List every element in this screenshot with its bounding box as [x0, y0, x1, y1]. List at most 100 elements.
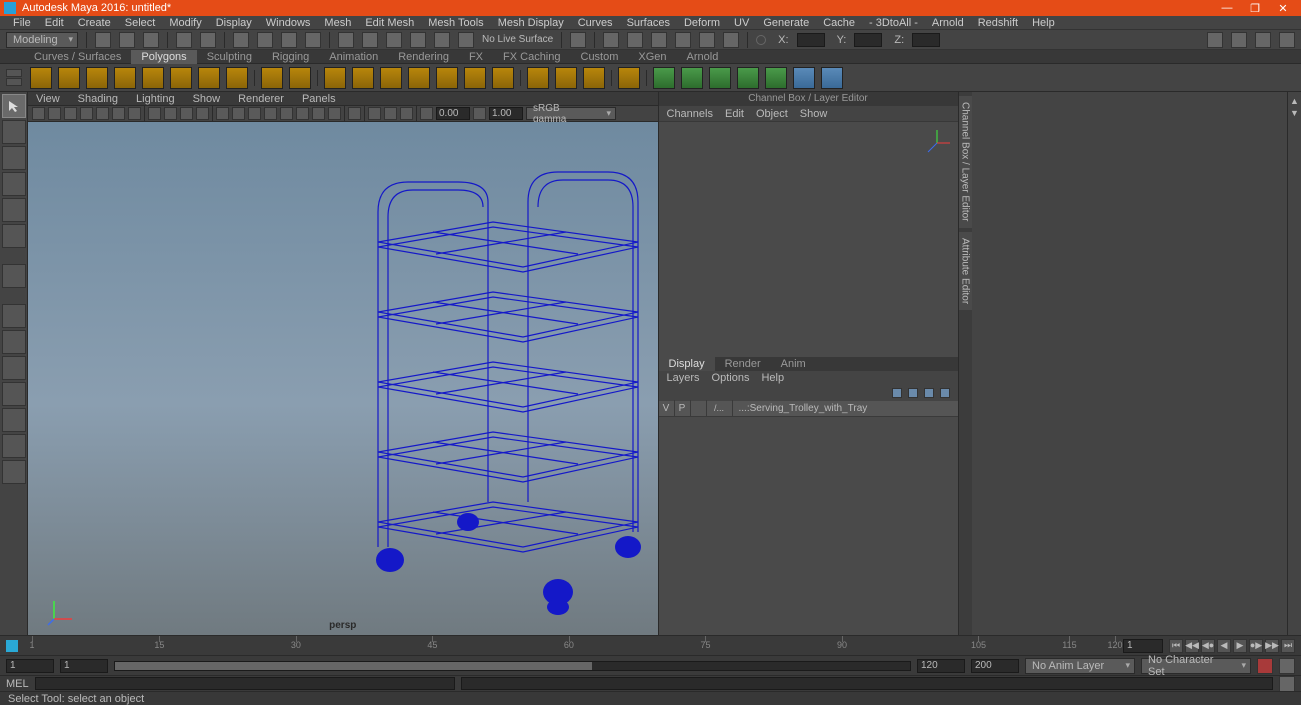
camera-attrib-icon[interactable] [64, 107, 77, 120]
shelf-nav-up-icon[interactable] [6, 69, 22, 77]
range-start-inner-field[interactable]: 1 [60, 659, 108, 673]
menu-mesh[interactable]: Mesh [317, 17, 358, 29]
vtab-channel-box[interactable]: Channel Box / Layer Editor [959, 96, 972, 228]
panel-menu-renderer[interactable]: Renderer [236, 93, 286, 105]
poly-type-icon[interactable] [261, 67, 283, 89]
menu-cache[interactable]: Cache [816, 17, 862, 29]
bookmark-icon[interactable] [80, 107, 93, 120]
smooth-icon[interactable] [464, 67, 486, 89]
channels-menu-show[interactable]: Show [800, 108, 828, 120]
last-tool-icon[interactable] [2, 264, 26, 288]
quad-draw-icon[interactable] [618, 67, 640, 89]
layer-menu-layers[interactable]: Layers [667, 372, 700, 384]
channels-menu-object[interactable]: Object [756, 108, 788, 120]
redo-icon[interactable] [200, 32, 216, 48]
vtab-attribute-editor[interactable]: Attribute Editor [959, 232, 972, 310]
lasso-tool-icon[interactable] [2, 120, 26, 144]
snap-curve-icon[interactable] [362, 32, 378, 48]
ipr-icon[interactable] [627, 32, 643, 48]
scroll-down-icon[interactable]: ▼ [1290, 108, 1299, 118]
script-editor-icon[interactable] [1279, 676, 1295, 692]
snap-plane-icon[interactable] [410, 32, 426, 48]
rotate-tool-icon[interactable] [2, 198, 26, 222]
menu-modify[interactable]: Modify [162, 17, 208, 29]
menu-curves[interactable]: Curves [571, 17, 620, 29]
menu-mesh-tools[interactable]: Mesh Tools [421, 17, 490, 29]
bool-tool-4-icon[interactable] [737, 67, 759, 89]
snap-live-icon[interactable] [434, 32, 450, 48]
poly-svg-icon[interactable] [289, 67, 311, 89]
snap-point-icon[interactable] [386, 32, 402, 48]
insert-edge-loop-icon[interactable] [583, 67, 605, 89]
z-field[interactable] [912, 33, 940, 47]
layer-display-type-toggle[interactable] [691, 400, 707, 416]
separate-icon[interactable] [352, 67, 374, 89]
xray-icon[interactable] [368, 107, 381, 120]
wireframe-icon[interactable] [216, 107, 229, 120]
menu-3dtoall[interactable]: - 3DtoAll - [862, 17, 925, 29]
poly-plane-icon[interactable] [170, 67, 192, 89]
ao-icon[interactable] [296, 107, 309, 120]
wireframe-object[interactable] [348, 152, 658, 622]
current-frame-field[interactable]: 1 [1123, 639, 1163, 653]
layer-tab-display[interactable]: Display [659, 357, 715, 371]
target-weld-icon[interactable] [555, 67, 577, 89]
menu-deform[interactable]: Deform [677, 17, 727, 29]
poly-cone-icon[interactable] [114, 67, 136, 89]
aa-icon[interactable] [328, 107, 341, 120]
menu-mesh-display[interactable]: Mesh Display [491, 17, 571, 29]
select-mode-4-icon[interactable] [305, 32, 321, 48]
step-forward-icon[interactable]: ●▶ [1249, 639, 1263, 653]
x-field[interactable] [797, 33, 825, 47]
maximize-button[interactable]: ❐ [1241, 2, 1269, 15]
panel-menu-panels[interactable]: Panels [300, 93, 338, 105]
render-settings-icon[interactable] [651, 32, 667, 48]
isolate-select-icon[interactable] [348, 107, 361, 120]
shelf-tab-xgen[interactable]: XGen [628, 50, 676, 64]
bool-tool-5-icon[interactable] [765, 67, 787, 89]
workspace-mode-dropdown[interactable]: Modeling [6, 32, 78, 48]
shelf-tab-rigging[interactable]: Rigging [262, 50, 319, 64]
select-mode-icon[interactable] [233, 32, 249, 48]
exposure-icon[interactable] [420, 107, 433, 120]
layout-persp-graph-icon[interactable] [2, 382, 26, 406]
shelf-tab-fx-caching[interactable]: FX Caching [493, 50, 570, 64]
light-editor-icon[interactable] [723, 32, 739, 48]
construction-history-icon[interactable] [570, 32, 586, 48]
menu-create[interactable]: Create [71, 17, 118, 29]
menu-generate[interactable]: Generate [756, 17, 816, 29]
render-frame-icon[interactable] [603, 32, 619, 48]
shelf-tab-sculpting[interactable]: Sculpting [197, 50, 262, 64]
layer-visibility-toggle[interactable]: V [659, 400, 675, 416]
move-layer-down-icon[interactable] [908, 388, 918, 398]
play-forward-icon[interactable]: ▶ [1233, 639, 1247, 653]
paint-select-tool-icon[interactable] [2, 146, 26, 170]
poly-platonic-icon[interactable] [226, 67, 248, 89]
ui-element-toggle-1-icon[interactable] [1207, 32, 1223, 48]
layer-menu-help[interactable]: Help [761, 372, 784, 384]
play-backward-icon[interactable]: ◀ [1217, 639, 1231, 653]
render-view-icon[interactable] [675, 32, 691, 48]
shelf-tab-arnold[interactable]: Arnold [677, 50, 729, 64]
shelf-tab-curves-surfaces[interactable]: Curves / Surfaces [24, 50, 131, 64]
layer-color-swatch[interactable]: /... [707, 400, 733, 416]
menu-redshift[interactable]: Redshift [971, 17, 1025, 29]
mirror-icon[interactable] [492, 67, 514, 89]
new-layer-from-selected-icon[interactable] [940, 388, 950, 398]
viewport[interactable]: persp [28, 122, 658, 635]
select-camera-icon[interactable] [32, 107, 45, 120]
bevel-icon[interactable] [436, 67, 458, 89]
menu-arnold[interactable]: Arnold [925, 17, 971, 29]
snap-grid-icon[interactable] [338, 32, 354, 48]
layout-outliner-icon[interactable] [2, 356, 26, 380]
shelf-nav-down-icon[interactable] [6, 78, 22, 86]
go-to-end-icon[interactable]: ⏭ [1281, 639, 1295, 653]
poly-torus-icon[interactable] [142, 67, 164, 89]
anim-layer-dropdown[interactable]: No Anim Layer [1025, 658, 1135, 674]
menu-select[interactable]: Select [118, 17, 163, 29]
select-mode-3-icon[interactable] [281, 32, 297, 48]
panel-menu-show[interactable]: Show [191, 93, 223, 105]
layer-playback-toggle[interactable]: P [675, 400, 691, 416]
panel-menu-shading[interactable]: Shading [76, 93, 120, 105]
menu-display[interactable]: Display [209, 17, 259, 29]
